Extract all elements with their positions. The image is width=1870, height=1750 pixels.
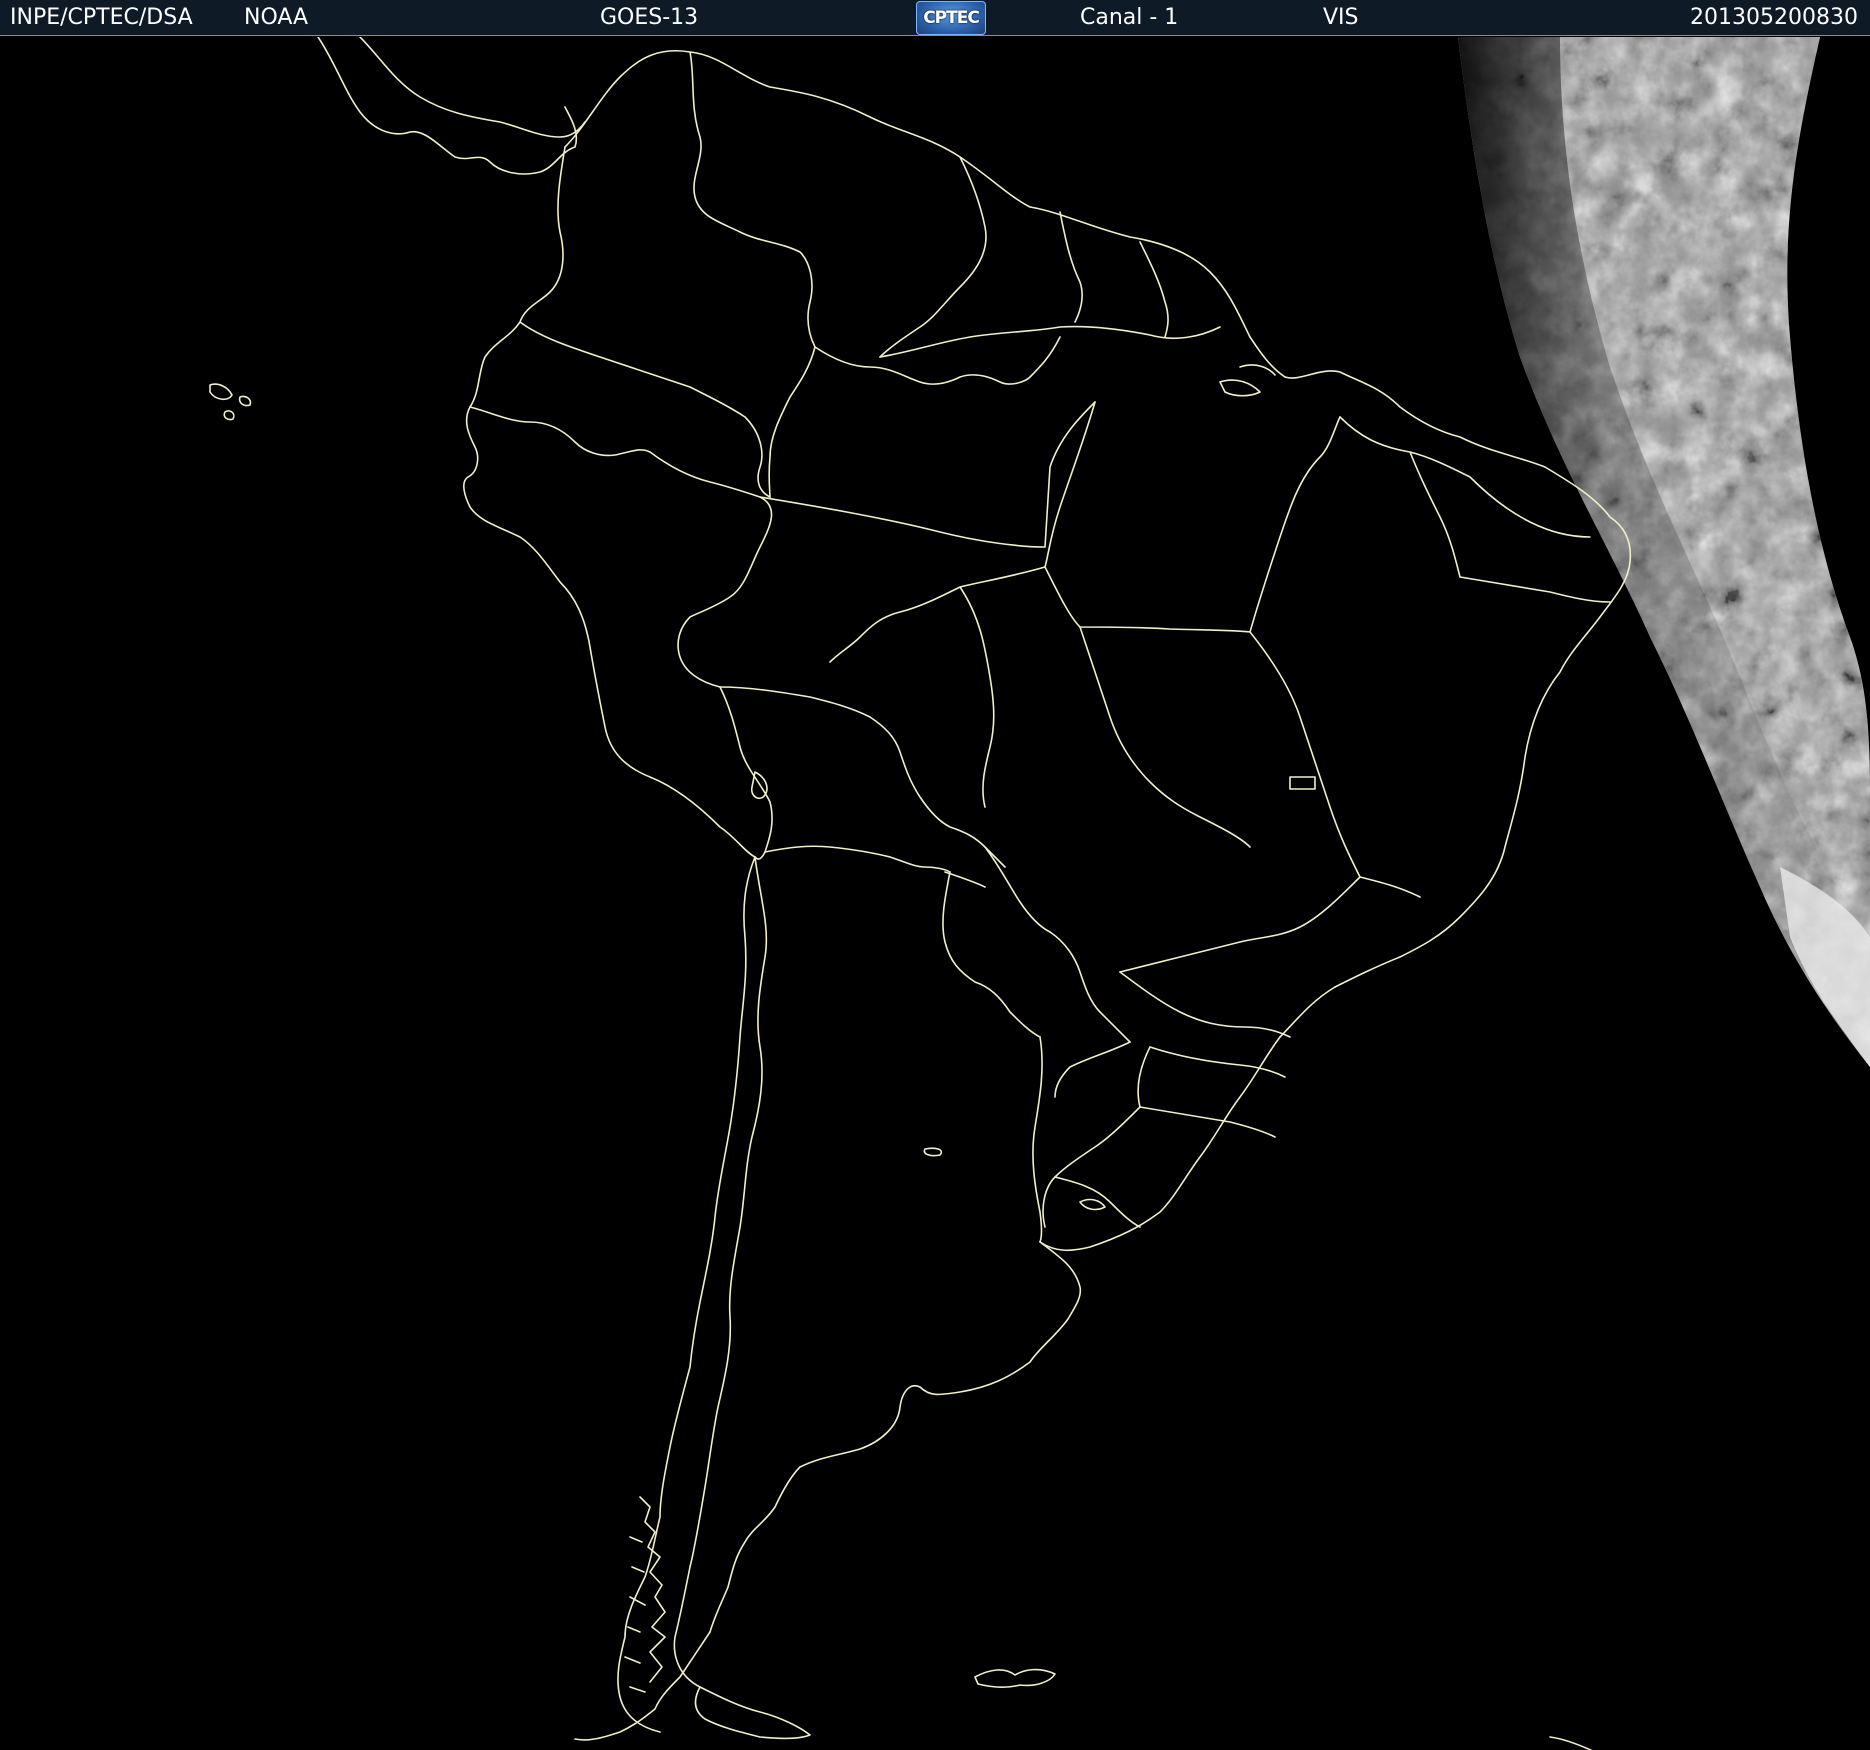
cptec-logo: CPTEC [916,1,986,35]
argentina-brazil-border [1054,1041,1131,1098]
uruguay-border [1054,1176,1141,1228]
galapagos-islands [209,383,252,421]
amazon-delta-islands [1219,364,1276,397]
paraguay-border [942,871,1131,1043]
guianas-brazil-border [879,325,1221,358]
bolivia-argentina-border [764,845,951,873]
brazil-goias-border [1079,626,1251,848]
south-georgia [1549,1736,1593,1750]
brazil-mato-grosso-border [829,566,1046,808]
satellite-label: GOES-13 [600,5,699,30]
colombia-southern-border [519,321,771,498]
venezuela-guyana-border [879,156,987,358]
patagonia-coastline [574,1631,711,1741]
inland-lake-small [923,1147,943,1157]
brazil-para-border [1044,401,1251,633]
channel-label: Canal - 1 [1080,5,1179,30]
guyana-suriname-border [1059,211,1083,323]
central-america-coastline [317,37,578,175]
brasilia-federal-district [1289,776,1316,790]
cptec-logo-text: CPTEC [923,8,980,28]
caribbean-coastline [564,49,1286,378]
peru-brazil-border [649,451,773,688]
chile-argentina-border [673,856,768,1688]
central-america-inner [359,37,586,138]
inland-lake-pampa [1079,1198,1106,1211]
source-label: INPE/CPTEC/DSA [10,5,193,30]
brazil-amazonas-border [759,401,1096,548]
boundary-lines [209,37,1632,1750]
colombia-venezuela-border [689,51,816,348]
brazil-tocantins-border [1249,416,1341,633]
daylight-cloud-region [1458,37,1870,1067]
satellite-image [0,37,1870,1750]
agency-label: NOAA [244,5,309,30]
map-canvas [209,37,1870,1750]
argentina-atlantic-coastline [709,1241,1082,1633]
band-label: VIS [1323,5,1359,30]
argentina-uruguay-border [1032,1036,1043,1243]
brazil-minas-border [1119,876,1361,973]
image-header-bar: INPE/CPTEC/DSA NOAA GOES-13 CPTEC Canal … [0,0,1870,36]
pacific-coastline [463,146,756,858]
timestamp-label: 201305200830 [1690,5,1858,30]
brazil-santa-catarina-border [1139,1106,1276,1138]
ecuador-peru-border [469,406,651,457]
brazil-sao-paulo-border [1119,971,1291,1038]
falkland-islands [974,1668,1056,1689]
brazil-parana-border [1137,1046,1286,1108]
suriname-guiana-border [1139,241,1169,338]
chile-fjord-islands [624,1496,666,1693]
colombia-brazil-border [768,346,816,498]
southern-brazil-coastline [1039,986,1336,1252]
tierra-del-fuego [694,1686,811,1740]
brazil-bahia-border [1249,631,1421,898]
